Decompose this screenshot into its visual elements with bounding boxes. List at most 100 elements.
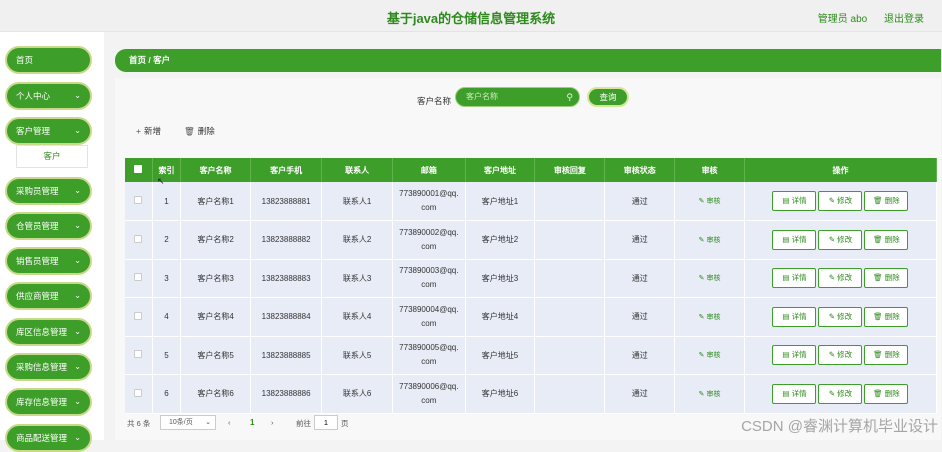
row-checkbox[interactable]: [134, 350, 142, 358]
sidebar-subitem-customer[interactable]: 客户: [16, 145, 88, 168]
cell-contact: 联系人6: [322, 375, 393, 414]
row-select-cell[interactable]: [125, 259, 152, 298]
user-name[interactable]: 管理员 abo: [818, 14, 867, 25]
sidebar-item[interactable]: 库区信息管理⌄: [5, 318, 92, 346]
logout-link[interactable]: 退出登录: [884, 14, 924, 25]
audit-link[interactable]: ✎ 审核: [699, 314, 721, 321]
col-header: 客户名称: [181, 158, 251, 182]
sidebar-item-label: 首页: [16, 55, 33, 65]
col-header: 客户地址: [465, 158, 535, 182]
trash-icon: 🗑: [873, 389, 883, 398]
audit-link[interactable]: ✎ 审核: [699, 237, 721, 244]
search-input[interactable]: 客户名称 ⚲: [455, 87, 580, 107]
sidebar-item[interactable]: 商品配送管理⌄: [5, 424, 92, 452]
cell-idx: 6: [152, 375, 180, 414]
audit-link[interactable]: ✎ 审核: [699, 391, 721, 398]
edit-button[interactable]: ✎ 修改: [818, 230, 862, 250]
sidebar-item[interactable]: 采购员管理⌄: [5, 177, 92, 205]
row-select-cell[interactable]: [125, 298, 152, 337]
sidebar-item[interactable]: 供应商管理⌄: [5, 282, 92, 310]
edit-button[interactable]: ✎ 修改: [818, 191, 862, 211]
page-unit-label: 页: [341, 418, 349, 429]
row-select-cell[interactable]: [125, 375, 152, 414]
select-all-cell[interactable]: [125, 158, 152, 182]
row-checkbox[interactable]: [134, 273, 142, 281]
delete-button[interactable]: 🗑 删除: [864, 307, 908, 327]
audit-label: 审核: [706, 198, 720, 205]
edit-button[interactable]: ✎ 修改: [818, 268, 862, 288]
cell-contact: 联系人1: [322, 182, 393, 221]
goto-page-input[interactable]: 1: [314, 415, 338, 430]
audit-link[interactable]: ✎ 审核: [699, 352, 721, 359]
batch-delete-button[interactable]: 🗑删除: [184, 125, 215, 137]
chevron-down-icon: ⌄: [74, 426, 81, 450]
email-part: com: [421, 396, 436, 405]
current-page[interactable]: 1: [250, 418, 254, 427]
cell-contact: 联系人3: [322, 259, 393, 298]
delete-button[interactable]: 🗑 删除: [864, 191, 908, 211]
audit-cell: ✎ 审核: [675, 375, 745, 414]
next-page-button[interactable]: ›: [271, 418, 274, 427]
sidebar-item[interactable]: 库存信息管理⌄: [5, 388, 92, 416]
detail-button[interactable]: ▤ 详情: [772, 307, 816, 327]
cell-status: 通过: [605, 375, 675, 414]
cell-contact: 联系人5: [322, 336, 393, 375]
email-part: com: [421, 280, 436, 289]
cell-reply: [535, 182, 605, 221]
detail-button[interactable]: ▤ 详情: [772, 191, 816, 211]
row-select-cell[interactable]: [125, 336, 152, 375]
search-button[interactable]: 查询: [587, 87, 629, 107]
detail-button[interactable]: ▤ 详情: [772, 345, 816, 365]
cell-phone: 13823888884: [250, 298, 321, 337]
select-all-checkbox[interactable]: [134, 165, 142, 173]
sidebar-item[interactable]: 仓管员管理⌄: [5, 212, 92, 240]
cell-phone: 13823888886: [250, 375, 321, 414]
main-area: 首页 / 客户 客户名称 客户名称 ⚲ 查询 +新增 🗑删除 索引 客户名称 客…: [104, 32, 942, 440]
sidebar-item[interactable]: 个人中心⌄: [5, 82, 92, 110]
audit-link[interactable]: ✎ 审核: [699, 198, 721, 205]
sidebar-item[interactable]: 销售员管理⌄: [5, 247, 92, 275]
content-panel: 客户名称 客户名称 ⚲ 查询 +新增 🗑删除 索引 客户名称 客户手机 联系人 …: [115, 78, 941, 440]
sidebar-item[interactable]: 客户管理⌄: [5, 117, 92, 145]
row-select-cell[interactable]: [125, 182, 152, 221]
email-part: com: [421, 357, 436, 366]
edit-button[interactable]: ✎ 修改: [818, 307, 862, 327]
detail-button[interactable]: ▤ 详情: [772, 384, 816, 404]
cell-status: 通过: [605, 182, 675, 221]
row-checkbox[interactable]: [134, 312, 142, 320]
pager-total: 共 6 条: [127, 418, 150, 429]
sidebar-item-label: 个人中心: [16, 91, 50, 101]
email-cell: 773890005@qq.com: [393, 336, 466, 375]
audit-link[interactable]: ✎ 审核: [699, 275, 721, 282]
row-checkbox[interactable]: [134, 389, 142, 397]
cell-idx: 5: [152, 336, 180, 375]
delete-button[interactable]: 🗑 删除: [864, 345, 908, 365]
sidebar-item-label: 采购信息管理: [16, 362, 67, 372]
sidebar-item[interactable]: 采购信息管理 ⌄: [5, 353, 92, 381]
row-select-cell[interactable]: [125, 221, 152, 260]
edit-label: 修改: [837, 312, 852, 321]
cell-status: 通过: [605, 336, 675, 375]
edit-button[interactable]: ✎ 修改: [818, 384, 862, 404]
row-checkbox[interactable]: [134, 196, 142, 204]
detail-button[interactable]: ▤ 详情: [772, 230, 816, 250]
edit-button[interactable]: ✎ 修改: [818, 345, 862, 365]
audit-label: 审核: [706, 391, 720, 398]
add-button[interactable]: +新增: [136, 125, 161, 137]
row-checkbox[interactable]: [134, 235, 142, 243]
edit-icon: ✎: [829, 389, 835, 398]
sidebar-item[interactable]: 首页: [5, 46, 92, 74]
user-area: 管理员 abo 退出登录: [804, 10, 924, 25]
delete-button[interactable]: 🗑 删除: [864, 384, 908, 404]
goto-label: 前往: [296, 418, 311, 429]
table-row: 4客户名称413823888884联系人4773890004@qq.com客户地…: [125, 298, 937, 337]
cell-phone: 13823888881: [250, 182, 321, 221]
delete-button[interactable]: 🗑 删除: [864, 230, 908, 250]
delete-button[interactable]: 🗑 删除: [864, 268, 908, 288]
audit-label: 审核: [706, 314, 720, 321]
chevron-down-icon: ⌄: [74, 355, 81, 379]
page-size-select[interactable]: 10条/页⌄: [160, 415, 216, 430]
cell-phone: 13823888885: [250, 336, 321, 375]
prev-page-button[interactable]: ‹: [228, 418, 231, 427]
detail-button[interactable]: ▤ 详情: [772, 268, 816, 288]
